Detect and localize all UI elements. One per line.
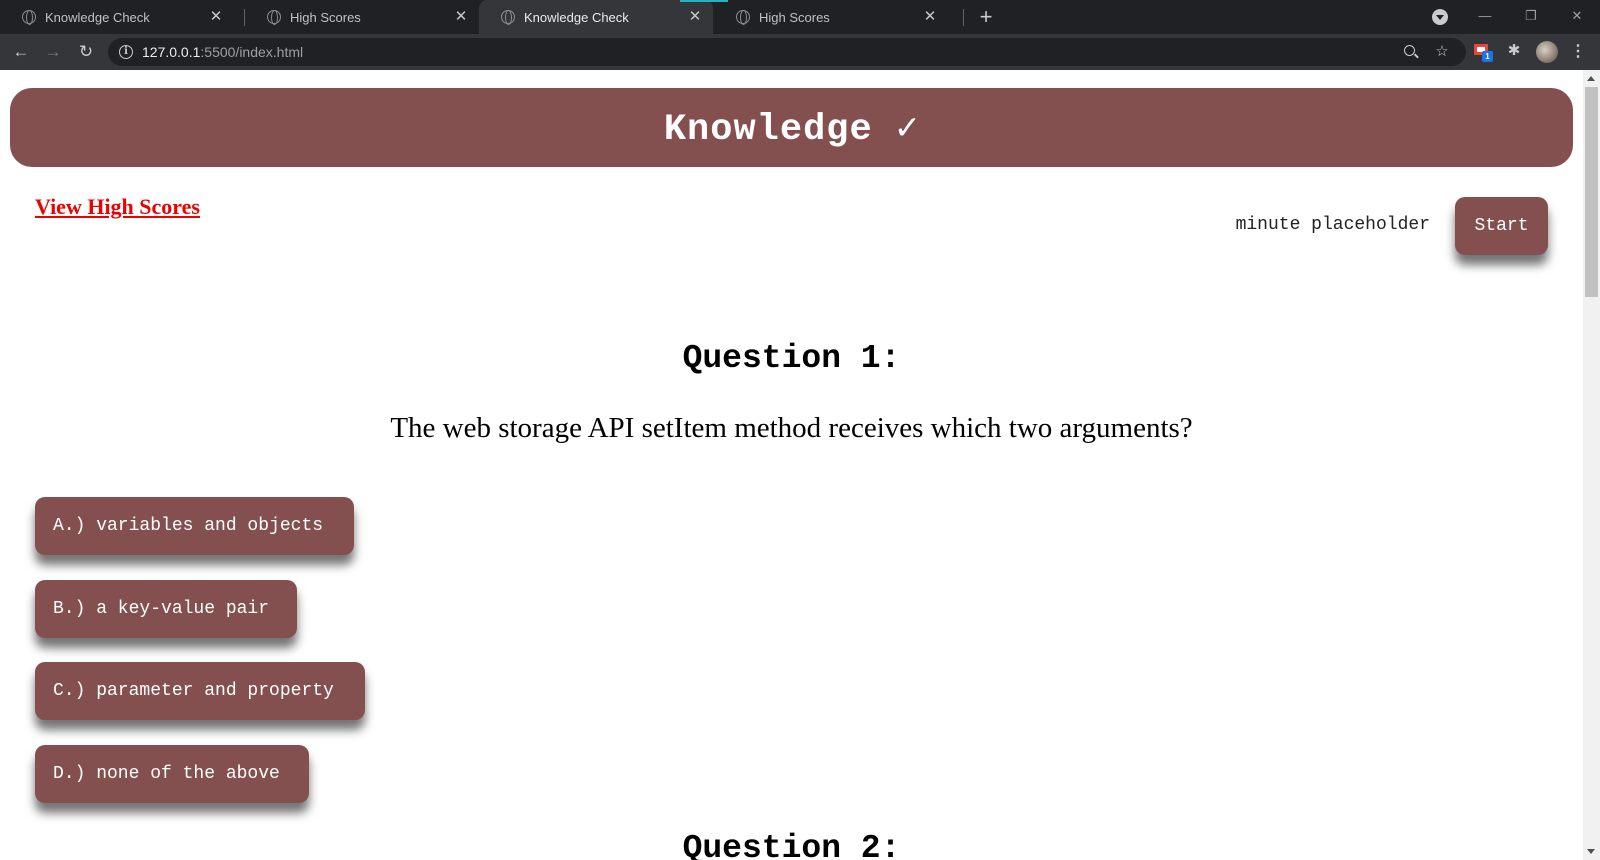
url-text[interactable]: 127.0.0.1:5500/index.html (142, 44, 303, 60)
url-path: :5500/index.html (200, 44, 304, 60)
next-question-title: Question 2: (682, 830, 901, 860)
tab-search-icon[interactable] (1432, 9, 1448, 25)
close-tab-icon[interactable]: ✕ (451, 7, 471, 27)
avatar[interactable] (1536, 41, 1558, 63)
menu-icon[interactable]: ⋮ (1570, 40, 1586, 64)
forward-icon[interactable]: → (40, 40, 66, 64)
close-tab-icon[interactable]: ✕ (920, 7, 940, 27)
extension-icon[interactable]: 1 (1474, 42, 1496, 64)
browser-toolbar: ← → ↻ i 127.0.0.1:5500/index.html ☆ 1 ✱ … (0, 34, 1600, 70)
back-icon[interactable]: ← (8, 40, 34, 64)
globe-icon (267, 10, 281, 25)
vertical-scrollbar[interactable] (1583, 70, 1600, 860)
timer-display: minute placeholder (1235, 215, 1430, 235)
page-title: Knowledge ✓ (663, 108, 920, 151)
tab-title: Knowledge Check (524, 9, 629, 25)
tab-separator (963, 9, 964, 26)
answer-a-button[interactable]: A.) variables and objects (35, 497, 354, 555)
start-button[interactable]: Start (1455, 197, 1548, 255)
globe-icon (501, 10, 515, 25)
question-title: Question 1: (682, 340, 901, 377)
globe-icon (736, 10, 750, 25)
globe-icon (22, 10, 36, 25)
answer-d-button[interactable]: D.) none of the above (35, 745, 309, 803)
header-banner: Knowledge ✓ (10, 88, 1573, 167)
puzzle-icon[interactable]: ✱ (1503, 42, 1525, 64)
tab-title: Knowledge Check (45, 9, 150, 25)
scroll-thumb[interactable] (1585, 87, 1598, 297)
reload-icon[interactable]: ↻ (73, 40, 99, 64)
browser-tab[interactable]: Knowledge Check ✕ (0, 0, 234, 34)
question-text: The web storage API setItem method recei… (390, 412, 1193, 444)
close-tab-icon[interactable]: ✕ (685, 7, 705, 27)
scroll-up-arrow-icon[interactable] (1587, 76, 1595, 81)
browser-tab[interactable]: High Scores ✕ (714, 0, 948, 34)
url-host: 127.0.0.1 (142, 44, 201, 60)
close-tab-icon[interactable]: ✕ (206, 7, 226, 27)
close-window-button[interactable]: ✕ (1557, 2, 1597, 30)
page-viewport: Knowledge ✓ View High Scores minute plac… (0, 70, 1600, 860)
tab-title: High Scores (759, 9, 830, 25)
browser-tab-strip: Knowledge Check ✕ High Scores ✕ Knowledg… (0, 0, 1600, 34)
info-icon[interactable]: i (119, 45, 133, 59)
scroll-down-arrow-icon[interactable] (1587, 849, 1595, 854)
browser-tab[interactable]: High Scores ✕ (245, 0, 479, 34)
answer-b-button[interactable]: B.) a key-value pair (35, 580, 297, 638)
minimize-button[interactable]: — (1465, 2, 1505, 30)
address-bar[interactable]: i 127.0.0.1:5500/index.html ☆ (108, 38, 1466, 66)
zoom-icon[interactable] (1400, 41, 1422, 63)
restore-button[interactable]: ❐ (1511, 2, 1551, 30)
extension-badge: 1 (1482, 51, 1493, 62)
answer-c-button[interactable]: C.) parameter and property (35, 662, 365, 720)
browser-tab-active[interactable]: Knowledge Check ✕ (479, 0, 713, 34)
new-tab-button[interactable]: + (974, 5, 998, 29)
tab-title: High Scores (290, 9, 361, 25)
star-icon[interactable]: ☆ (1431, 41, 1453, 63)
view-high-scores-link[interactable]: View High Scores (35, 194, 200, 220)
